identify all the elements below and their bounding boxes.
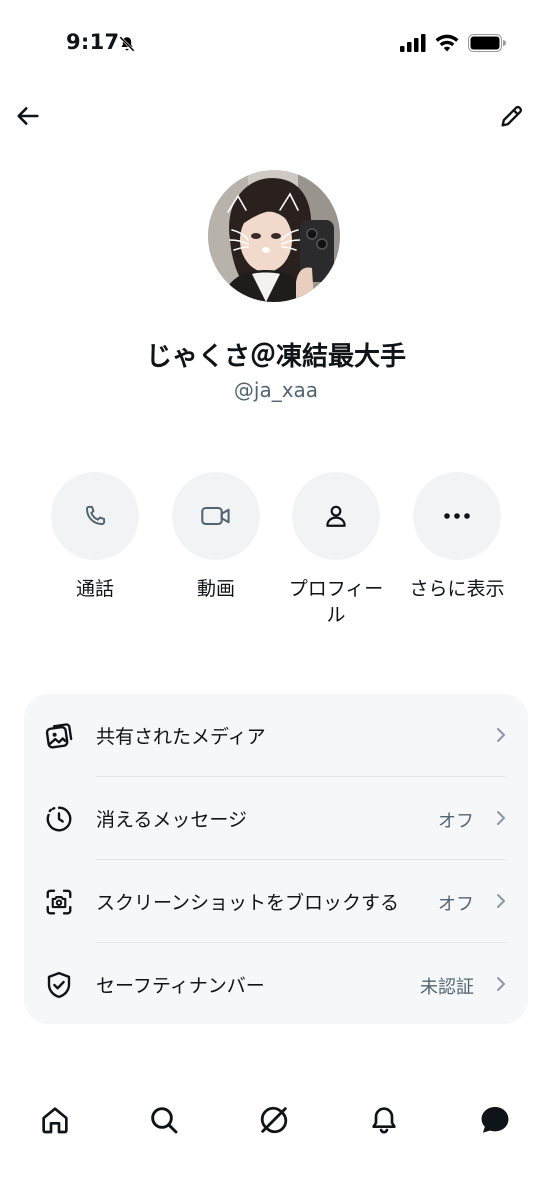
back-button[interactable] — [12, 100, 44, 132]
block-screenshots-label: スクリーンショットをブロックする — [96, 892, 400, 914]
block-screenshots-value: オフ — [438, 894, 474, 915]
grok-icon — [260, 1106, 288, 1134]
shared-media-row[interactable]: 共有されたメディア — [24, 694, 528, 776]
disappearing-messages-row[interactable]: 消えるメッセージ オフ — [24, 777, 528, 859]
edit-button[interactable] — [496, 100, 528, 132]
bell-icon — [372, 1107, 396, 1134]
profile-actions: 通話 動画 プロフィー ル さらに表示 — [0, 472, 552, 642]
conversation-settings: 共有されたメディア 消えるメッセージ オフ スクリーンショットをブロックする オ… — [24, 694, 528, 1024]
person-icon — [326, 505, 346, 527]
tab-search[interactable] — [144, 1100, 184, 1140]
call-label: 通話 — [75, 578, 114, 600]
status-time: 9:17 — [66, 30, 120, 54]
tab-grok[interactable] — [254, 1100, 294, 1140]
tab-messages[interactable] — [475, 1100, 515, 1140]
avatar-image — [208, 170, 340, 302]
status-indicators — [400, 34, 506, 52]
video-label: 動画 — [196, 578, 235, 600]
bell-muted-icon — [119, 36, 135, 52]
home-icon — [42, 1107, 68, 1134]
profile-name: じゃくさ＠凍結最大手 — [145, 342, 406, 372]
more-icon — [444, 513, 470, 519]
signal-icon — [400, 34, 426, 52]
screenshot-icon — [46, 889, 72, 915]
disappearing-messages-label: 消えるメッセージ — [96, 809, 248, 831]
chevron-right-icon — [497, 977, 505, 991]
call-action[interactable]: 通話 — [35, 472, 155, 602]
more-button[interactable] — [413, 472, 501, 560]
block-screenshots-row[interactable]: スクリーンショットをブロックする オフ — [24, 860, 528, 942]
profile-button[interactable] — [292, 472, 380, 560]
safety-number-label: セーフティナンバー — [96, 975, 265, 997]
timer-icon — [46, 806, 72, 832]
search-icon — [151, 1107, 178, 1134]
status-bar: 9:17 — [0, 0, 552, 92]
more-action[interactable]: さらに表示 — [397, 472, 517, 602]
more-label: さらに表示 — [409, 578, 505, 600]
battery-icon — [468, 34, 506, 52]
chevron-right-icon — [497, 894, 505, 908]
arrow-left-icon — [17, 107, 39, 125]
chevron-right-icon — [497, 811, 505, 825]
safety-number-row[interactable]: セーフティナンバー 未認証 — [24, 943, 528, 1025]
tab-notifications[interactable] — [364, 1100, 404, 1140]
video-icon — [201, 506, 230, 526]
disappearing-messages-value: オフ — [438, 811, 474, 832]
shield-check-icon — [47, 971, 71, 999]
media-icon — [45, 723, 73, 749]
wifi-icon — [435, 34, 459, 52]
chat-bubble-icon — [481, 1106, 509, 1133]
video-button[interactable] — [172, 472, 260, 560]
avatar[interactable] — [208, 170, 340, 302]
tab-home[interactable] — [35, 1100, 75, 1140]
bottom-tab-bar — [0, 1090, 552, 1150]
profile-action[interactable]: プロフィー ル — [276, 472, 396, 628]
shared-media-label: 共有されたメディア — [96, 726, 266, 748]
pencil-icon — [501, 105, 523, 127]
safety-number-value: 未認証 — [420, 977, 474, 998]
chevron-right-icon — [497, 728, 505, 742]
profile-handle: @ja_xaa — [233, 378, 319, 402]
profile-label: プロフィー ル — [288, 578, 384, 626]
call-button[interactable] — [51, 472, 139, 560]
video-action[interactable]: 動画 — [156, 472, 276, 602]
phone-icon — [86, 505, 106, 525]
